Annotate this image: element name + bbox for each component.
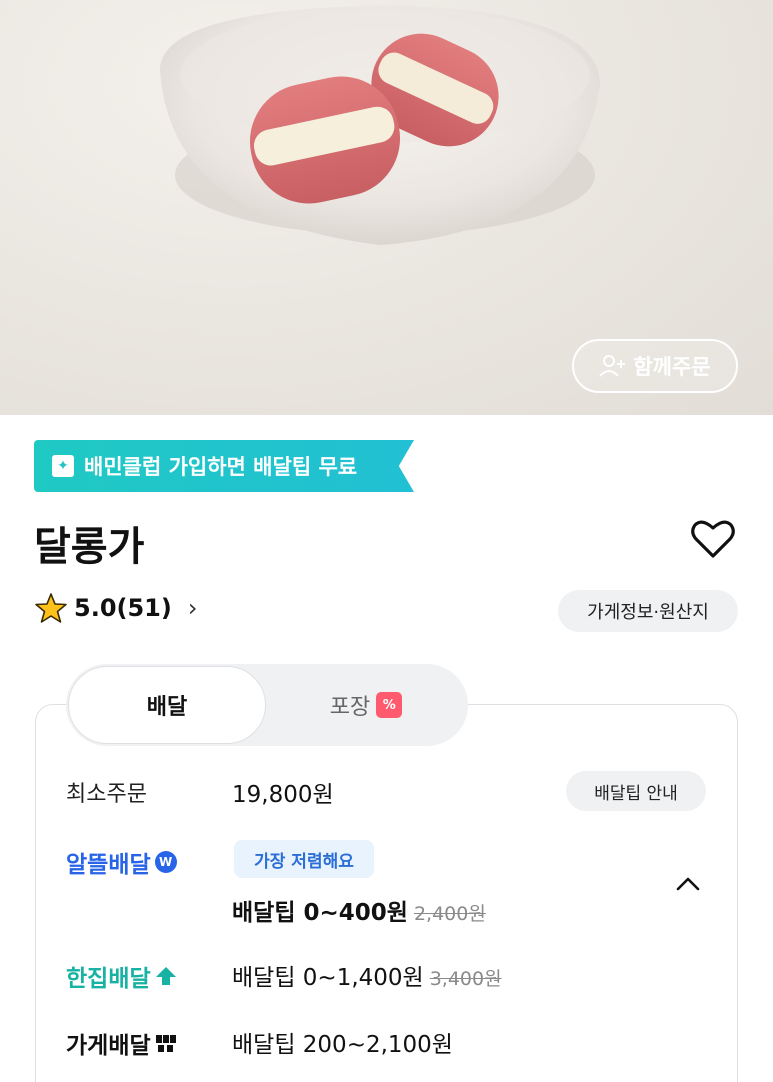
min-order-value: 19,800원	[232, 782, 334, 808]
saver-w-icon: W	[154, 851, 177, 873]
star-icon	[35, 593, 67, 623]
chevron-up-icon[interactable]	[674, 870, 702, 898]
store-delivery-icon	[155, 1035, 176, 1052]
add-person-icon	[599, 355, 626, 377]
home-arrow-icon	[155, 967, 176, 985]
together-order-button[interactable]: 함께주문	[572, 339, 738, 393]
single-delivery-label: 한집배달	[66, 966, 151, 992]
saver-delivery-brand: 알뜰배달 W	[66, 845, 177, 879]
saver-tip: 배달팁 0~400원	[232, 900, 408, 926]
chevron-right-icon: ›	[187, 594, 198, 622]
tab-takeout-label: 포장	[329, 695, 371, 720]
saver-original-tip: 2,400원	[413, 903, 486, 925]
single-tip-line: 배달팁 0~1,400원 3,400원	[232, 958, 502, 992]
rating-value: 5.0(51)	[74, 594, 172, 622]
min-order-label: 최소주문	[66, 782, 147, 807]
store-info-origin-button[interactable]: 가게정보·원산지	[558, 590, 738, 632]
store-delivery-label: 가게배달	[66, 1033, 151, 1059]
store-tip: 배달팁 200~2,100원	[232, 1032, 453, 1058]
together-order-label: 함께주문	[633, 355, 711, 379]
tab-takeout[interactable]: 포장 %	[266, 666, 466, 744]
store-delivery-brand: 가게배달	[66, 1026, 177, 1060]
rating-link[interactable]: 5.0(51) ›	[34, 592, 197, 624]
store-name: 달롱가	[34, 524, 145, 570]
baemin-club-banner[interactable]: ✦ 배민클럽 가입하면 배달팁 무료	[34, 440, 414, 492]
store-hero-image: 함께주문	[0, 0, 773, 415]
baemin-club-icon: ✦	[52, 455, 74, 477]
saver-delivery-label: 알뜰배달	[66, 852, 151, 878]
delivery-tip-guide-button[interactable]: 배달팁 안내	[566, 771, 706, 811]
single-original-tip: 3,400원	[429, 968, 502, 990]
cheapest-badge: 가장 저렴해요	[234, 840, 374, 878]
tab-delivery[interactable]: 배달	[68, 666, 266, 744]
favorite-heart-icon[interactable]	[690, 518, 736, 560]
discount-badge-icon: %	[376, 692, 403, 718]
club-banner-text: 배민클럽 가입하면 배달팁 무료	[84, 455, 358, 479]
single-tip: 배달팁 0~1,400원	[232, 965, 424, 991]
store-tip-line: 배달팁 200~2,100원	[232, 1025, 453, 1059]
saver-tip-line: 배달팁 0~400원 2,400원	[232, 893, 486, 927]
single-delivery-brand: 한집배달	[66, 959, 177, 993]
